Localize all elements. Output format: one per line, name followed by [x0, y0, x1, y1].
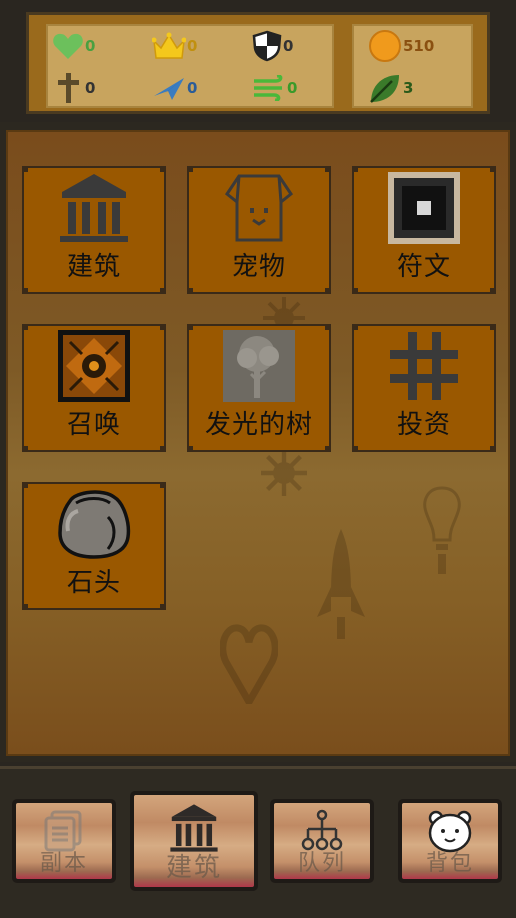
stone-icon [56, 488, 132, 560]
menu-tile-label: 发光的树 [204, 410, 313, 440]
menu-tile-label: 投资 [396, 410, 451, 440]
menu-tile-label: 建筑 [66, 252, 121, 282]
rocket-decoration [317, 529, 365, 639]
menu-tile-rune[interactable]: 符文 [352, 166, 496, 294]
menu-tile-pet[interactable]: 宠物 [187, 166, 331, 294]
stats-panel: 0 0 0 0 0 0 [46, 24, 334, 108]
stat-sword: 0 [52, 70, 95, 106]
summon-icon [58, 330, 130, 402]
stats-bar: 0 0 0 0 0 0 510 3 [26, 12, 490, 114]
nav-queue[interactable]: 队列 [270, 799, 374, 883]
stat-crown: 0 [152, 28, 197, 64]
heart-decoration [220, 624, 278, 704]
gold-coin-icon [368, 29, 402, 63]
leaf-value: 3 [403, 79, 414, 97]
bottom-nav: 副本 建筑 队列 背包 [0, 766, 516, 918]
nav-label: 队列 [297, 851, 346, 876]
main-panel: 建筑 宠物 符文 召唤 发光的树 投资 石头 [0, 122, 516, 762]
menu-tile-label: 符文 [396, 252, 451, 282]
menu-tile-label: 宠物 [231, 252, 286, 282]
nav-label: 副本 [39, 851, 88, 876]
shield-value: 0 [283, 37, 294, 55]
nav-building[interactable]: 建筑 [130, 791, 258, 891]
nav-label: 建筑 [165, 853, 222, 883]
menu-tile-building[interactable]: 建筑 [22, 166, 166, 294]
stat-health: 0 [52, 28, 95, 64]
menu-area: 建筑 宠物 符文 召唤 发光的树 投资 石头 [6, 130, 510, 756]
stat-shield: 0 [252, 28, 293, 64]
stat-leaf: 3 [368, 70, 413, 106]
menu-tile-label: 召唤 [66, 410, 121, 440]
menu-tile-invest[interactable]: 投资 [352, 324, 496, 452]
crown-value: 0 [187, 37, 198, 55]
invest-icon [388, 330, 460, 402]
gold-value: 510 [403, 37, 435, 55]
health-value: 0 [85, 37, 96, 55]
sword-value: 0 [85, 79, 96, 97]
menu-tile-glowing-tree[interactable]: 发光的树 [187, 324, 331, 452]
heart-icon [52, 31, 84, 61]
stat-wind: 0 [252, 70, 297, 106]
speed-value: 0 [187, 79, 198, 97]
nav-label: 背包 [425, 851, 474, 876]
wind-icon [252, 75, 286, 101]
sword-icon [52, 71, 84, 105]
shield-icon [252, 30, 282, 62]
nav-backpack[interactable]: 背包 [398, 799, 502, 883]
menu-tile-stone[interactable]: 石头 [22, 482, 166, 610]
stat-speed: 0 [152, 70, 197, 106]
glowing-tree-icon [223, 330, 295, 402]
building-icon [58, 172, 130, 244]
resources-panel: 510 3 [352, 24, 473, 108]
lightbulb-decoration [423, 486, 461, 574]
stat-gold: 510 [368, 28, 434, 64]
pet-icon [223, 172, 295, 244]
gear-decoration-2 [261, 450, 307, 496]
menu-tile-label: 石头 [66, 568, 121, 598]
rune-icon [388, 172, 460, 244]
nav-dungeon[interactable]: 副本 [12, 799, 116, 883]
leaf-icon [368, 72, 402, 104]
menu-tile-summon[interactable]: 召唤 [22, 324, 166, 452]
paper-plane-icon [152, 74, 186, 102]
crown-icon [152, 31, 186, 61]
wind-value: 0 [287, 79, 298, 97]
